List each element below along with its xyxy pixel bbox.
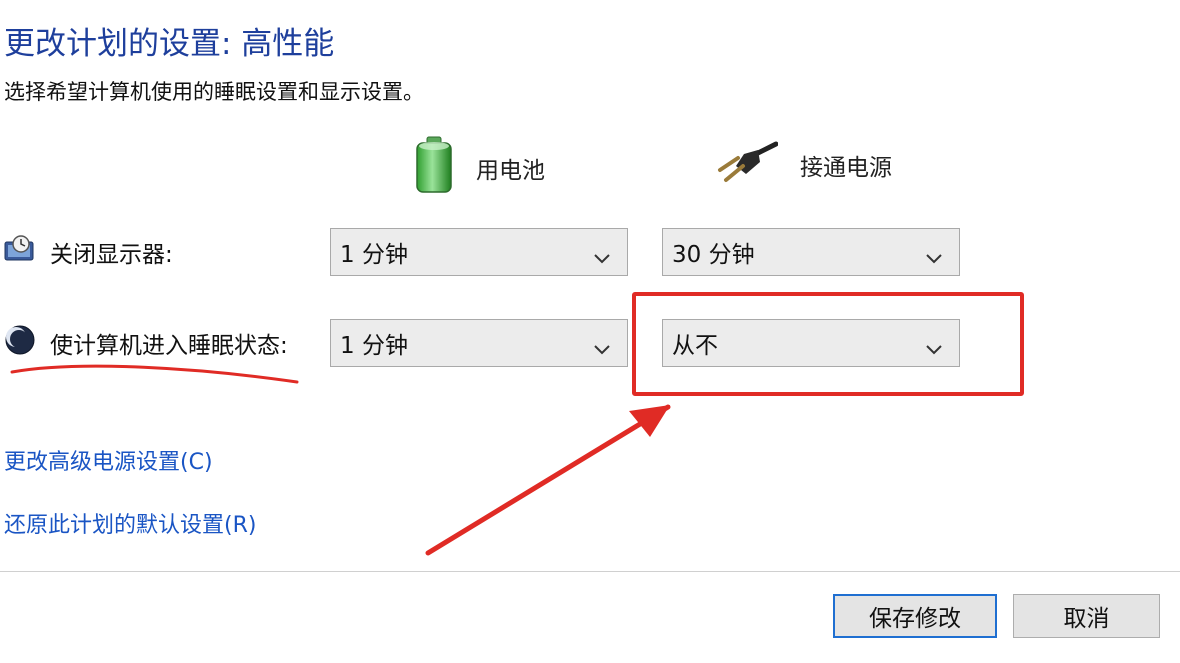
annotation-arrowhead (629, 405, 670, 437)
annotation-overlay (10, 364, 671, 556)
power-plan-settings-window: 更改计划的设置: 高性能 选择希望计算机使用的睡眠设置和显示设置。 用电池 接通… (0, 0, 1180, 663)
annotation-underline (10, 364, 299, 384)
annotation-arrow (425, 404, 671, 556)
